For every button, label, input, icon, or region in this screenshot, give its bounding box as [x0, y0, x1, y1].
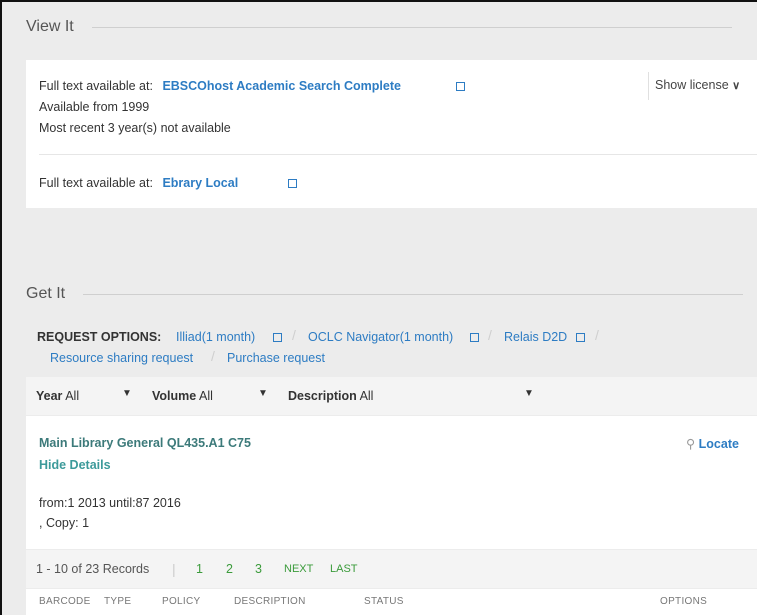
fulltext-prefix: Full text available at:: [39, 79, 153, 93]
description-label: Description: [288, 389, 357, 403]
show-license-label: Show license: [655, 78, 729, 92]
get-it-header: Get It: [26, 285, 744, 303]
request-options-label: REQUEST OPTIONS:: [37, 330, 162, 344]
filter-bar: Year All ▼ Volume All ▼ Description All …: [26, 377, 757, 415]
view-it-rule: [91, 26, 732, 28]
entry-divider: [39, 154, 757, 155]
oclc-navigator-link[interactable]: OCLC Navigator(1 month): [308, 330, 453, 344]
year-label: Year: [36, 389, 63, 403]
separator: /: [292, 327, 296, 343]
column-description[interactable]: DESCRIPTION: [234, 596, 306, 607]
availability-text: Available from 1999: [39, 100, 150, 114]
page-2-link[interactable]: 2: [226, 562, 233, 576]
view-it-card: Full text available at: EBSCOhost Academ…: [26, 60, 757, 208]
dropdown-arrow-icon[interactable]: ▼: [122, 388, 132, 399]
view-it-title: View It: [26, 18, 74, 35]
holding-copy: , Copy: 1: [39, 516, 90, 530]
fulltext-prefix: Full text available at:: [39, 176, 153, 190]
pagination-divider: |: [172, 561, 176, 577]
items-table-header: BARCODE TYPE POLICY DESCRIPTION STATUS O…: [26, 589, 757, 615]
year-filter[interactable]: Year All: [36, 389, 79, 403]
license-divider: [648, 72, 649, 100]
page-1-link[interactable]: 1: [196, 562, 203, 576]
purchase-request-link[interactable]: Purchase request: [227, 351, 325, 365]
pagination-bar: 1 - 10 of 23 Records | 1 2 3 NEXT LAST: [26, 550, 757, 588]
embargo-text: Most recent 3 year(s) not available: [39, 121, 231, 135]
view-it-header: View It: [26, 18, 732, 36]
year-value: All: [65, 389, 80, 403]
volume-label: Volume: [152, 389, 197, 403]
show-license-button[interactable]: Show license ∨: [655, 78, 740, 92]
holding-card: Main Library General QL435.A1 C75 Hide D…: [26, 416, 757, 549]
column-options[interactable]: OPTIONS: [660, 596, 707, 607]
locate-button[interactable]: ⚲ Locate: [686, 436, 739, 451]
separator: /: [211, 348, 215, 364]
external-link-icon[interactable]: [456, 82, 465, 91]
next-page-link[interactable]: NEXT: [284, 563, 313, 575]
last-page-link[interactable]: LAST: [330, 563, 358, 575]
map-pin-icon: ⚲: [686, 437, 696, 451]
external-link-icon[interactable]: [576, 333, 585, 342]
fulltext-entry-2: Full text available at: Ebrary Local: [39, 176, 238, 190]
external-link-icon[interactable]: [470, 333, 479, 342]
page-3-link[interactable]: 3: [255, 562, 262, 576]
locate-label: Locate: [698, 437, 739, 451]
hide-details-link[interactable]: Hide Details: [39, 458, 111, 472]
fulltext-entry-1: Full text available at: EBSCOhost Academ…: [39, 79, 401, 93]
holding-range: from:1 2013 until:87 2016: [39, 496, 181, 510]
external-link-icon[interactable]: [273, 333, 282, 342]
get-it-title: Get It: [26, 285, 66, 302]
holding-location[interactable]: Main Library General QL435.A1 C75: [39, 436, 251, 450]
description-filter[interactable]: Description All: [288, 389, 373, 403]
resource-sharing-link[interactable]: Resource sharing request: [50, 351, 193, 365]
relais-d2d-link[interactable]: Relais D2D: [504, 330, 567, 344]
get-it-rule: [83, 293, 744, 295]
volume-filter[interactable]: Volume All: [152, 389, 213, 403]
call-number: QL435.A1 C75: [166, 436, 251, 450]
sub-location: General: [116, 436, 164, 450]
dropdown-arrow-icon[interactable]: ▼: [524, 388, 534, 399]
external-link-icon[interactable]: [288, 179, 297, 188]
ebrary-link[interactable]: Ebrary Local: [162, 176, 238, 190]
separator: /: [595, 327, 599, 343]
column-policy[interactable]: POLICY: [162, 596, 200, 607]
column-type[interactable]: TYPE: [104, 596, 131, 607]
volume-value: All: [199, 389, 213, 403]
description-value: All: [359, 389, 374, 403]
illiad-link[interactable]: Illiad(1 month): [176, 330, 255, 344]
column-barcode[interactable]: BARCODE: [39, 596, 91, 607]
library-name: Main Library: [39, 436, 114, 450]
dropdown-arrow-icon[interactable]: ▼: [258, 388, 268, 399]
ebsco-link[interactable]: EBSCOhost Academic Search Complete: [162, 79, 401, 93]
records-count: 1 - 10 of 23 Records: [36, 562, 150, 576]
chevron-down-icon: ∨: [732, 80, 741, 92]
column-status[interactable]: STATUS: [364, 596, 404, 607]
separator: /: [488, 327, 492, 343]
